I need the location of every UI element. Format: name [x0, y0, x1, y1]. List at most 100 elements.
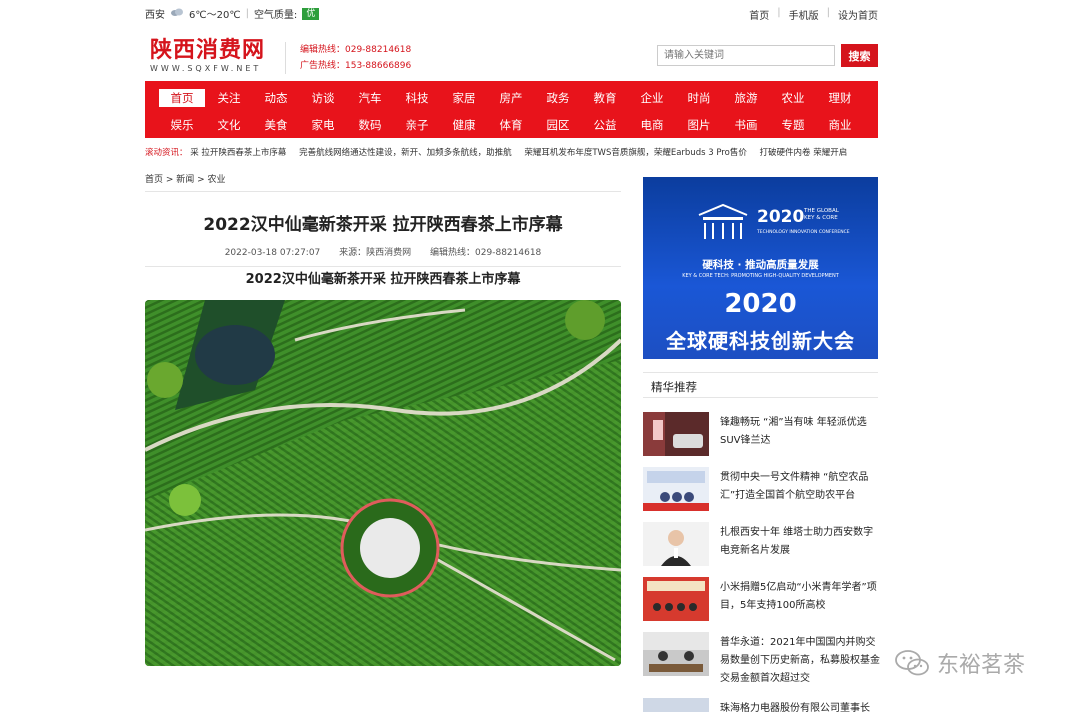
news-ticker: 滚动资讯： 采 拉开陕西春茶上市序幕 完善航线网络通达性建设，新开、加频多条航线…: [145, 145, 878, 161]
nav-item[interactable]: 科技: [394, 89, 440, 107]
nav-item[interactable]: 理财: [817, 89, 863, 107]
ad-global-line: THE GLOBAL: [804, 208, 839, 214]
nav-item[interactable]: 旅游: [723, 89, 769, 107]
ticker-item[interactable]: 荣耀耳机发布年度TWS音质旗舰，荣耀Earbuds 3 Pro售价: [524, 148, 746, 158]
air-quality-badge: 优: [302, 7, 320, 20]
list-item[interactable]: 锋趣畅玩 “湘”当有味 年轻派优选SUV锋兰达: [643, 412, 878, 458]
thumbnail[interactable]: [643, 577, 709, 621]
list-item[interactable]: 普华永道：2021年中国国内并购交易数量创下历史新高，私募股权基金交易金额首次超…: [643, 632, 880, 684]
wechat-watermark: 东裕茗茶: [895, 647, 1025, 679]
thumbnail[interactable]: [643, 632, 709, 676]
top-link-home[interactable]: 首页: [749, 7, 769, 22]
ticker-label: 滚动资讯：: [145, 148, 188, 158]
nav-item[interactable]: 家居: [441, 89, 487, 107]
nav-item[interactable]: 图片: [676, 116, 722, 134]
top-bar: 西安 6℃～20℃ | 空气质量: 优 首页 | 手机版 | 设为首页: [0, 0, 1080, 26]
ad-hotline: 广告热线：153-88666896: [300, 61, 412, 71]
breadcrumb[interactable]: 首页 > 新闻 > 农业: [145, 172, 621, 192]
main-nav: 首页 关注 动态 访谈 汽车 科技 家居 房产 政务 教育 企业 时尚 旅游 农…: [145, 81, 878, 138]
page: 西安 6℃～20℃ | 空气质量: 优 首页 | 手机版 | 设为首页 陕西消费…: [0, 0, 1080, 712]
conference-emblem-icon: [698, 203, 748, 239]
nav-row-2: 娱乐 文化 美食 家电 数码 亲子 健康 体育 园区 公益 电商 图片 书画 专…: [159, 116, 863, 134]
ticker-item[interactable]: 完善航线网络通达性建设，新开、加频多条航线，助推航: [299, 148, 512, 158]
thumbnail[interactable]: [643, 698, 709, 712]
nav-item[interactable]: 家电: [300, 116, 346, 134]
tea-plantation-photo: [145, 300, 621, 666]
thumbnail[interactable]: [643, 467, 709, 511]
ad-global-text: THE GLOBAL KEY & CORE: [804, 208, 839, 222]
list-item[interactable]: 扎根西安十年 维塔士助力西安数字电竞新名片发展: [643, 522, 878, 568]
top-link-mobile[interactable]: 手机版: [789, 7, 819, 22]
thumbnail[interactable]: [643, 522, 709, 566]
top-link-set-homepage[interactable]: 设为首页: [838, 7, 878, 22]
list-item-title[interactable]: 普华永道：2021年中国国内并购交易数量创下历史新高，私募股权基金交易金额首次超…: [720, 634, 880, 688]
nav-item[interactable]: 汽车: [347, 89, 393, 107]
city[interactable]: 西安: [145, 6, 165, 21]
nav-item[interactable]: 文化: [206, 116, 252, 134]
nav-item[interactable]: 教育: [582, 89, 628, 107]
conference-ad-banner[interactable]: 2020 THE GLOBAL KEY & CORE TECHNOLOGY IN…: [643, 177, 878, 359]
article-subtitle: 2022汉中仙毫新茶开采 拉开陕西春茶上市序幕: [245, 272, 521, 287]
nav-item[interactable]: 亲子: [394, 116, 440, 134]
ticker-item[interactable]: 采 拉开陕西春茶上市序幕: [190, 148, 286, 158]
nav-item[interactable]: 企业: [629, 89, 675, 107]
thumbnail[interactable]: [643, 412, 709, 456]
ticker-item[interactable]: 打破硬件内卷 荣耀开启: [760, 148, 848, 158]
nav-item[interactable]: 专题: [770, 116, 816, 134]
nav-item[interactable]: 政务: [535, 89, 581, 107]
temperature: 6℃～20℃: [189, 10, 241, 21]
nav-item[interactable]: 公益: [582, 116, 628, 134]
cloud-icon: [170, 7, 184, 20]
site-logo[interactable]: 陕西消费网 WWW.SQXFW.NET: [150, 38, 265, 73]
nav-item[interactable]: 访谈: [300, 89, 346, 107]
ad-year-small: 2020: [757, 207, 805, 227]
nav-item[interactable]: 娱乐: [159, 116, 205, 134]
nav-item[interactable]: 体育: [488, 116, 534, 134]
section-title: 精华推荐: [651, 380, 697, 394]
nav-item[interactable]: 关注: [206, 89, 252, 107]
nav-item[interactable]: 电商: [629, 116, 675, 134]
article-title: 2022汉中仙毫新茶开采 拉开陕西春茶上市序幕: [203, 215, 563, 235]
hotlines: 编辑热线：029-88214618 广告热线：153-88666896: [285, 42, 411, 74]
featured-section-header: 精华推荐: [643, 372, 878, 398]
ad-slogan: 硬科技 · 推动高质量发展: [702, 259, 819, 271]
nav-item-agriculture[interactable]: 农业: [770, 89, 816, 107]
nav-item[interactable]: 园区: [535, 116, 581, 134]
article-hotline: 编辑热线：029-88214618: [430, 248, 542, 258]
watermark-text: 东裕茗茶: [937, 653, 1026, 678]
article-meta: 2022-03-18 07:27:07 来源：陕西消费网 编辑热线：029-88…: [145, 245, 621, 258]
list-item[interactable]: 贯彻中央一号文件精神 “航空农品汇”打造全国首个航空助农平台: [643, 467, 878, 513]
air-quality-label: 空气质量:: [253, 10, 298, 21]
search-button[interactable]: 搜索: [841, 44, 878, 67]
nav-item[interactable]: 数码: [347, 116, 393, 134]
article-source: 来源：陕西消费网: [339, 248, 412, 258]
ad-conference-en: TECHNOLOGY INNOVATION CONFERENCE: [757, 230, 850, 235]
wechat-icon: [895, 650, 929, 676]
nav-item[interactable]: 美食: [253, 116, 299, 134]
list-item-title[interactable]: 珠海格力电器股份有限公司董事长: [720, 700, 880, 712]
weather-info: 西安 6℃～20℃ | 空气质量: 优: [145, 6, 320, 21]
divider: |: [245, 8, 249, 19]
nav-item[interactable]: 房产: [488, 89, 534, 107]
list-item-title[interactable]: 贯彻中央一号文件精神 “航空农品汇”打造全国首个航空助农平台: [720, 469, 880, 505]
list-item-title[interactable]: 扎根西安十年 维塔士助力西安数字电竞新名片发展: [720, 524, 880, 560]
nav-item[interactable]: 动态: [253, 89, 299, 107]
ad-slogan-en: KEY & CORE TECH: PROMOTING HIGH-QUALITY …: [682, 273, 839, 279]
divider: |: [777, 7, 781, 18]
edit-hotline: 编辑热线：029-88214618: [300, 45, 412, 55]
article-date: 2022-03-18 07:27:07: [224, 248, 321, 258]
list-item[interactable]: 珠海格力电器股份有限公司董事长: [643, 698, 878, 712]
logo-text: 陕西消费网: [150, 37, 266, 63]
nav-item[interactable]: 时尚: [676, 89, 722, 107]
list-item-title[interactable]: 锋趣畅玩 “湘”当有味 年轻派优选SUV锋兰达: [720, 414, 880, 450]
nav-item-home[interactable]: 首页: [159, 89, 205, 107]
nav-item[interactable]: 健康: [441, 116, 487, 134]
search-input[interactable]: [657, 45, 835, 66]
list-item-title[interactable]: 小米捐赠5亿启动“小米青年学者”项目，5年支持100所高校: [720, 579, 880, 615]
divider: |: [826, 7, 830, 18]
list-item[interactable]: 小米捐赠5亿启动“小米青年学者”项目，5年支持100所高校: [643, 577, 878, 623]
nav-item[interactable]: 商业: [817, 116, 863, 134]
ad-global-line: KEY & CORE: [804, 215, 838, 221]
divider: [145, 266, 621, 267]
nav-item[interactable]: 书画: [723, 116, 769, 134]
